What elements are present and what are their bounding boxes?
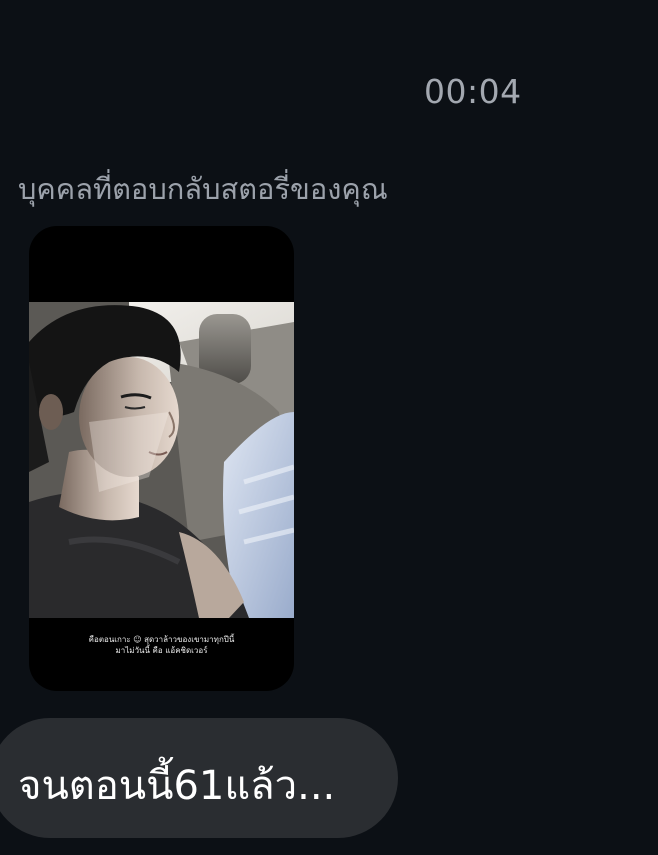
story-caption-line: คือตอนเกาะ ☺ สุดวาล้าวของเขามาทุกปีนี้ xyxy=(88,635,235,644)
story-preview-card[interactable]: คือตอนเกาะ ☺ สุดวาล้าวของเขามาทุกปีนี้ ม… xyxy=(29,226,294,691)
story-caption: คือตอนเกาะ ☺ สุดวาล้าวของเขามาทุกปีนี้ ม… xyxy=(29,634,294,656)
message-timestamp: 00:04 xyxy=(424,72,522,111)
message-text: จนตอนนี้61แล้ว... xyxy=(18,763,336,809)
story-photo xyxy=(29,302,294,618)
story-reply-label: บุคคลที่ตอบกลับสตอรี่ของคุณ xyxy=(18,172,388,206)
story-caption-line: มาไม่วันนี้ คือ แอ้คชิดเวอร์ xyxy=(115,646,208,655)
chat-screen: { "chat": { "timestamp": "00:04", "story… xyxy=(0,0,658,855)
